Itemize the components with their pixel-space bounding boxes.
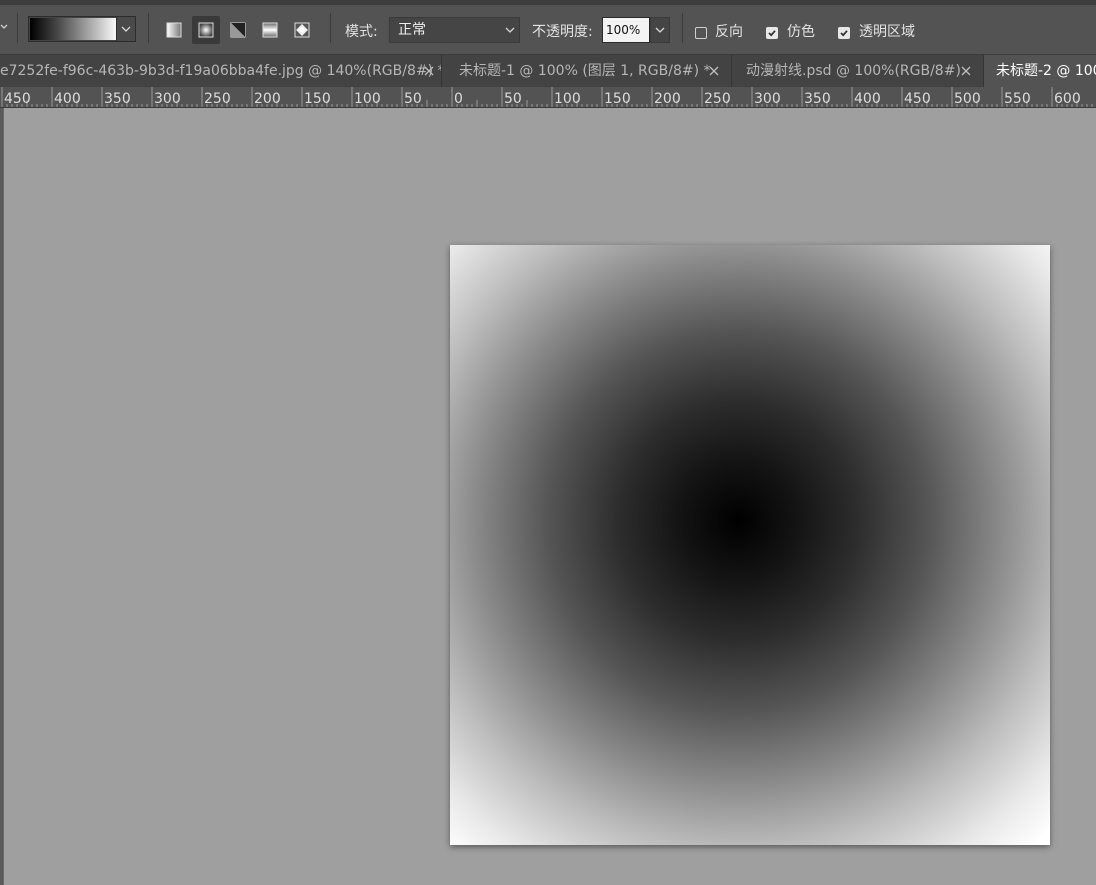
angle-gradient-icon — [230, 22, 246, 38]
chevron-down-icon — [505, 27, 515, 33]
divider — [148, 13, 149, 43]
ruler-label: 200 — [654, 91, 681, 107]
divider — [330, 13, 331, 43]
chevron-down-icon — [121, 26, 131, 32]
linear-gradient-icon — [166, 22, 182, 38]
tool-options-bar: 模式: 正常 不透明度: 100% 反向 仿色 透明区域 — [0, 0, 1096, 54]
ruler-label: 50 — [404, 91, 422, 107]
gradient-preview-swatch[interactable] — [30, 18, 118, 40]
transparency-label: 透明区域 — [859, 24, 915, 40]
angle-gradient-button[interactable] — [224, 16, 252, 44]
diamond-gradient-icon — [294, 22, 310, 38]
ruler-label: 250 — [704, 91, 731, 107]
ruler-label: 350 — [804, 91, 831, 107]
document-tab-active[interactable]: 未标题-2 @ 100 — [984, 55, 1096, 87]
divider — [682, 13, 683, 43]
tool-preset-chevron-icon[interactable] — [0, 23, 8, 33]
divider — [17, 13, 18, 43]
tab-title: e7252fe-f96c-463b-9b3d-f19a06bba4fe.jpg … — [0, 63, 442, 79]
checkmark-icon — [840, 30, 848, 37]
opacity-dropdown-button[interactable] — [650, 17, 670, 43]
ruler-label: 450 — [904, 91, 931, 107]
ruler-label: 150 — [304, 91, 331, 107]
ruler-label: 400 — [54, 91, 81, 107]
ruler-label: 600 — [1054, 91, 1081, 107]
reflected-gradient-button[interactable] — [256, 16, 284, 44]
diamond-gradient-button[interactable] — [288, 16, 316, 44]
horizontal-ruler[interactable]: 450 400 350 300 250 200 150 100 50 0 50 100 150 200 25… — [0, 87, 1096, 108]
ruler-label: 200 — [254, 91, 281, 107]
dither-label: 仿色 — [787, 24, 815, 40]
radial-gradient-icon — [198, 22, 214, 38]
tab-title: 未标题-2 @ 100 — [996, 63, 1096, 79]
reflected-gradient-icon — [262, 22, 278, 38]
ruler-label: 500 — [954, 91, 981, 107]
document-tab[interactable]: e7252fe-f96c-463b-9b3d-f19a06bba4fe.jpg … — [0, 55, 442, 87]
ruler-label: 550 — [1004, 91, 1031, 107]
opacity-label: 不透明度: — [532, 24, 593, 40]
reverse-checkbox[interactable] — [695, 27, 707, 39]
document-tab[interactable]: 未标题-1 @ 100% (图层 1, RGB/8#) * — [442, 55, 732, 87]
ruler-label: 400 — [854, 91, 881, 107]
checkmark-icon — [768, 30, 776, 37]
blend-mode-select[interactable]: 正常 — [389, 17, 520, 43]
ruler-label: 300 — [154, 91, 181, 107]
chevron-down-icon — [655, 27, 665, 33]
ruler-label: 300 — [754, 91, 781, 107]
tab-title: 动漫射线.psd @ 100%(RGB/8#) — [746, 63, 961, 79]
reverse-label: 反向 — [715, 24, 743, 40]
blend-mode-value: 正常 — [398, 22, 426, 38]
ruler-label: 50 — [504, 91, 522, 107]
ruler-label: 450 — [4, 91, 31, 107]
radial-gradient-button[interactable] — [192, 16, 220, 44]
photoshop-window: 模式: 正常 不透明度: 100% 反向 仿色 透明区域 e7252fe-f96… — [0, 0, 1096, 885]
mode-label: 模式: — [345, 24, 378, 40]
gradient-picker[interactable] — [28, 16, 136, 42]
ruler-label: 0 — [454, 91, 463, 107]
transparency-checkbox[interactable] — [838, 27, 850, 39]
close-icon[interactable] — [708, 65, 720, 77]
ruler-label: 250 — [204, 91, 231, 107]
dither-checkbox[interactable] — [766, 27, 778, 39]
document-canvas-radial-gradient[interactable] — [450, 245, 1050, 845]
opacity-control: 100% — [602, 17, 670, 43]
close-icon[interactable] — [960, 65, 972, 77]
ruler-label: 100 — [554, 91, 581, 107]
ruler-label: 350 — [104, 91, 131, 107]
document-tab[interactable]: 动漫射线.psd @ 100%(RGB/8#) — [732, 55, 984, 87]
opacity-input[interactable]: 100% — [602, 17, 650, 43]
document-tab-bar: e7252fe-f96c-463b-9b3d-f19a06bba4fe.jpg … — [0, 54, 1096, 87]
ruler-label: 100 — [354, 91, 381, 107]
tab-title: 未标题-1 @ 100% (图层 1, RGB/8#) * — [459, 63, 711, 79]
ruler-label: 150 — [604, 91, 631, 107]
gradient-dropdown-button[interactable] — [116, 17, 135, 41]
linear-gradient-button[interactable] — [160, 16, 188, 44]
close-icon[interactable] — [423, 65, 435, 77]
